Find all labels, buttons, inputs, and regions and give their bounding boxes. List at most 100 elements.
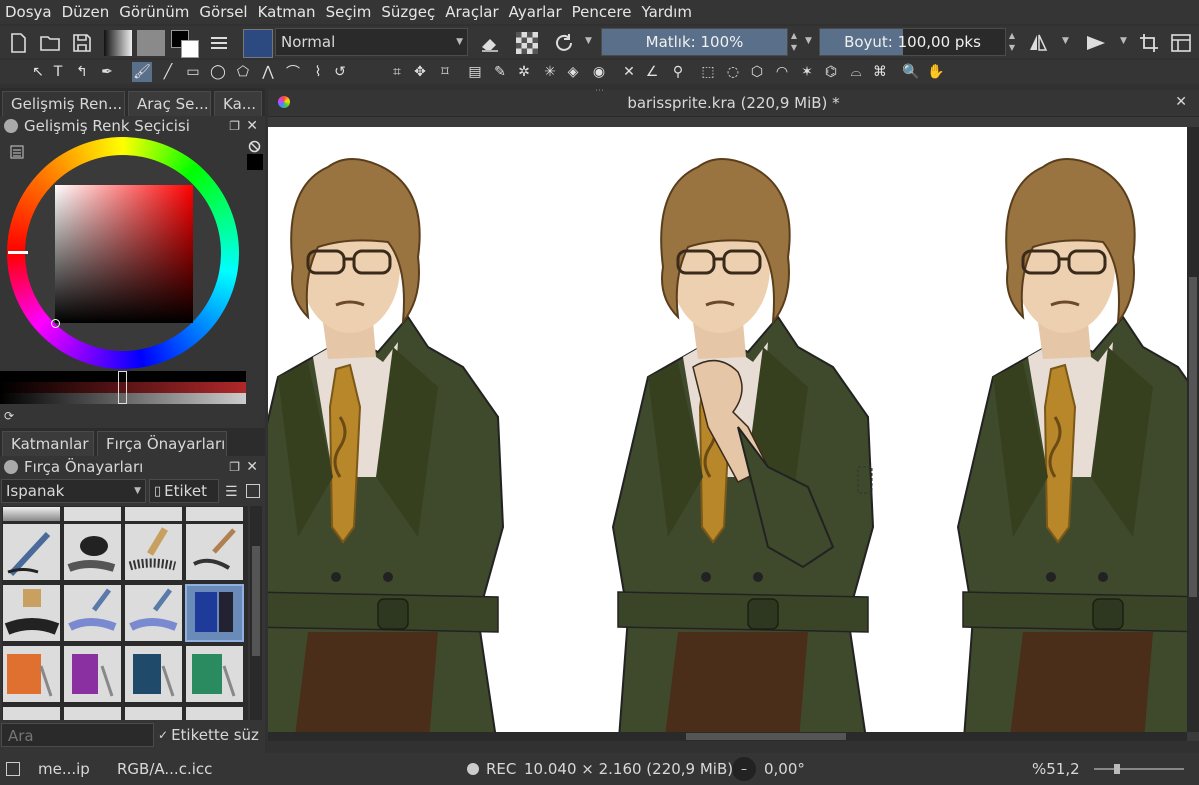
- record-indicator[interactable]: REC: [467, 753, 516, 785]
- tab-layers-short[interactable]: Ka...: [214, 91, 262, 116]
- size-slider[interactable]: Boyut: 100,00 pks: [819, 28, 1006, 56]
- brush-preset[interactable]: [63, 706, 122, 720]
- zoom-slider-handle[interactable]: [1114, 764, 1120, 774]
- open-folder-icon[interactable]: [38, 30, 62, 56]
- menu-view[interactable]: Görünüm: [114, 3, 194, 21]
- menu-window[interactable]: Pencere: [567, 3, 637, 21]
- calligraphy-icon[interactable]: ✒: [97, 62, 117, 82]
- freehand-brush-icon[interactable]: 🖌: [132, 62, 152, 82]
- menu-edit[interactable]: Düzen: [57, 3, 115, 21]
- document-tab[interactable]: barissprite.kra (220,9 MiB) * ✕: [268, 90, 1199, 117]
- brush-preset[interactable]: [124, 645, 183, 703]
- chevron-down-icon[interactable]: ▼: [585, 36, 592, 46]
- multibrush-icon[interactable]: ✳: [540, 62, 560, 82]
- rectangle-tool-icon[interactable]: ▭: [183, 62, 203, 82]
- brush-preset[interactable]: [185, 506, 244, 522]
- polygon-select-icon[interactable]: ⬡: [747, 62, 767, 82]
- chevron-down-icon[interactable]: ▼: [1120, 36, 1127, 46]
- opacity-slider[interactable]: Matlık: 100%: [601, 28, 788, 56]
- reference-tool-icon[interactable]: ⚲: [668, 62, 688, 82]
- brush-settings-icon[interactable]: [207, 30, 231, 56]
- saturation-value-square[interactable]: [55, 185, 193, 323]
- brush-preset[interactable]: [63, 645, 122, 703]
- no-color-icon[interactable]: [248, 139, 261, 153]
- enclose-fill-icon[interactable]: ◉: [589, 62, 609, 82]
- current-color-swatch[interactable]: [247, 154, 263, 170]
- rect-select-icon[interactable]: ⬚: [698, 62, 718, 82]
- scrollbar-thumb[interactable]: [686, 733, 846, 740]
- bezier-select-icon[interactable]: ⌓: [846, 62, 866, 82]
- brush-preset[interactable]: [2, 706, 61, 720]
- tab-layers[interactable]: Katmanlar: [2, 431, 94, 456]
- close-icon[interactable]: ✕: [246, 459, 258, 475]
- brush-preset[interactable]: [185, 645, 244, 703]
- filter-by-tag-checkbox[interactable]: ✓ Etikette süz: [158, 723, 259, 747]
- drag-handle[interactable]: ⋯: [595, 86, 604, 96]
- chevron-down-icon[interactable]: ▼: [1062, 36, 1069, 46]
- menu-filter[interactable]: Süzgeç: [376, 3, 440, 21]
- pan-tool-icon[interactable]: ✋: [926, 62, 946, 82]
- tab-brush-presets[interactable]: Fırça Önayarları: [97, 431, 227, 456]
- select-shape-icon[interactable]: ↖: [28, 62, 48, 82]
- brush-search-field[interactable]: [6, 724, 150, 748]
- dynamic-brush-icon[interactable]: ↺: [330, 62, 350, 82]
- fill-tool-icon[interactable]: ◈: [563, 62, 583, 82]
- smart-patch-icon[interactable]: ✲: [514, 62, 534, 82]
- menu-layer[interactable]: Katman: [253, 3, 321, 21]
- close-icon[interactable]: ✕: [246, 118, 258, 134]
- size-spinner[interactable]: ▲ ▼: [1006, 28, 1018, 56]
- brush-preset[interactable]: [2, 645, 61, 703]
- view-menu-icon[interactable]: ☰: [225, 484, 238, 500]
- transform-tool-icon[interactable]: ⌑: [435, 62, 455, 82]
- zoom-tool-icon[interactable]: 🔍: [901, 62, 921, 82]
- ellipse-select-icon[interactable]: ◌: [723, 62, 743, 82]
- magnetic-select-icon[interactable]: ⌘: [870, 62, 890, 82]
- brush-preset[interactable]: [63, 584, 122, 642]
- move-tool-icon[interactable]: ✥: [410, 62, 430, 82]
- menu-file[interactable]: Dosya: [0, 3, 57, 21]
- refresh-icon[interactable]: ⟳: [4, 409, 14, 423]
- magic-wand-icon[interactable]: ✶: [797, 62, 817, 82]
- brush-filter-dropdown[interactable]: Ispanak ▼: [1, 479, 146, 503]
- opacity-spinner[interactable]: ▲ ▼: [788, 28, 800, 56]
- brush-preset[interactable]: [2, 506, 61, 522]
- brush-preset[interactable]: [124, 706, 183, 720]
- polygon-tool-icon[interactable]: ⬠: [233, 62, 253, 82]
- brush-preset[interactable]: [124, 506, 183, 522]
- menu-tools[interactable]: Araçlar: [440, 3, 503, 21]
- brush-status[interactable]: me...ip: [6, 753, 90, 785]
- menu-help[interactable]: Yardım: [636, 3, 697, 21]
- brush-preset[interactable]: [185, 523, 244, 581]
- text-tool-icon[interactable]: T: [48, 62, 68, 82]
- menu-settings[interactable]: Ayarlar: [504, 3, 567, 21]
- crop-tool-icon[interactable]: ⌗: [387, 62, 407, 82]
- tag-button[interactable]: ▯ Etiket: [149, 479, 219, 503]
- edit-shapes-icon[interactable]: ↰: [72, 62, 92, 82]
- brush-preset[interactable]: [124, 584, 183, 642]
- line-tool-icon[interactable]: ╱: [158, 62, 178, 82]
- brush-preset[interactable]: [63, 523, 122, 581]
- polyline-tool-icon[interactable]: ⋀: [258, 62, 278, 82]
- chevron-down-icon[interactable]: ▼: [805, 36, 812, 46]
- brush-preset[interactable]: [185, 706, 244, 720]
- brush-grid-scrollbar[interactable]: [250, 506, 262, 720]
- brush-preset[interactable]: [63, 506, 122, 522]
- import-icon[interactable]: [246, 484, 260, 498]
- bezier-tool-icon[interactable]: ⌒: [283, 62, 303, 82]
- rotation-control[interactable]: – 0,00°: [732, 753, 805, 785]
- wrap-around-icon[interactable]: [1137, 30, 1161, 56]
- scrollbar-thumb[interactable]: [1189, 277, 1197, 597]
- zoom-slider[interactable]: [1094, 764, 1184, 774]
- brush-search-input[interactable]: [1, 723, 154, 748]
- assistant-tool-icon[interactable]: ✕: [619, 62, 639, 82]
- drawing-canvas[interactable]: [268, 127, 1187, 732]
- horizontal-scrollbar[interactable]: [268, 732, 1187, 741]
- mirror-horizontal-icon[interactable]: [1026, 30, 1050, 56]
- freehand-path-icon[interactable]: ⌇: [308, 62, 328, 82]
- freehand-select-icon[interactable]: ◠: [772, 62, 792, 82]
- menu-list-icon[interactable]: [10, 145, 24, 159]
- fg-bg-color-icon[interactable]: [171, 30, 199, 58]
- workspace-icon[interactable]: [1169, 30, 1193, 56]
- blend-mode-dropdown[interactable]: Normal ▼: [275, 28, 468, 56]
- ellipse-tool-icon[interactable]: ◯: [208, 62, 228, 82]
